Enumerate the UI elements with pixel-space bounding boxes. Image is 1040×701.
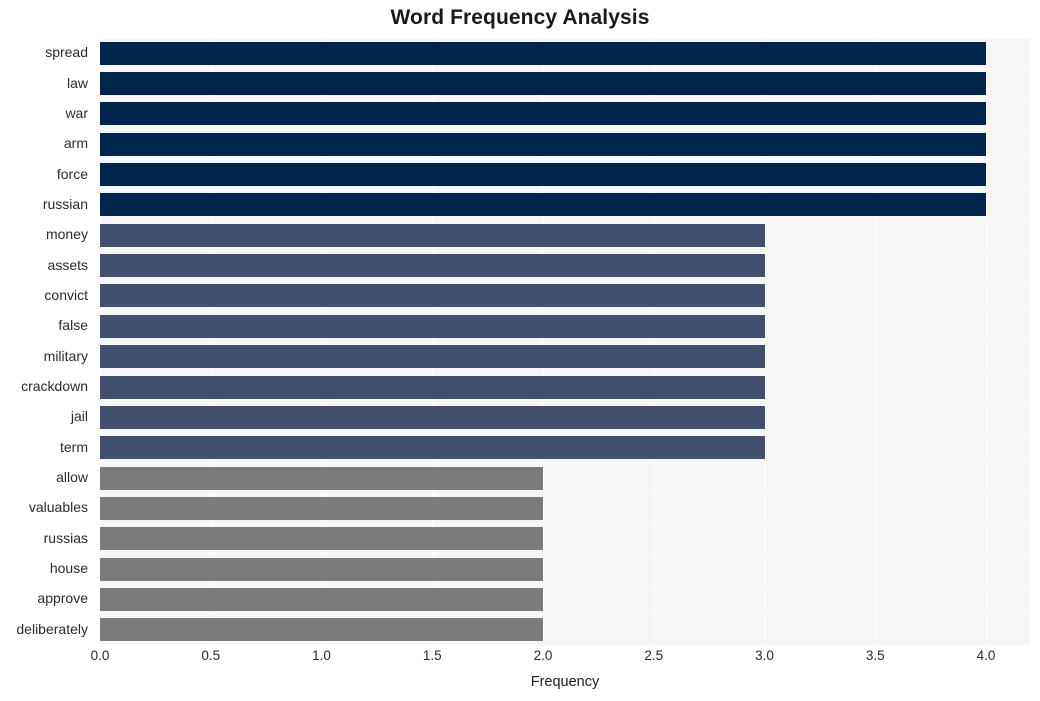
bar (100, 132, 986, 156)
x-tick-label: 2.0 (533, 648, 553, 663)
bar (100, 41, 986, 65)
y-tick-label: house (49, 560, 88, 577)
y-tick-label: convict (44, 286, 88, 303)
plot-area (100, 38, 1030, 645)
y-tick-label: crackdown (21, 378, 88, 395)
x-tick-label: 3.0 (755, 648, 774, 663)
x-tick-label: 3.5 (865, 648, 885, 663)
bar (100, 375, 765, 399)
bar (100, 223, 765, 247)
y-tick-label: russian (42, 195, 88, 212)
bar-series (100, 38, 1030, 645)
bar (100, 254, 765, 278)
y-tick-label: term (60, 438, 88, 455)
y-tick-label: russias (43, 529, 88, 546)
y-tick-label: war (65, 104, 88, 121)
x-tick-label: 2.5 (644, 648, 664, 663)
bar (100, 163, 986, 187)
x-tick-label: 1.5 (422, 648, 442, 663)
y-axis-tick-labels: spread law war arm force russian money assets co… (0, 38, 94, 645)
y-tick-label: assets (47, 256, 88, 273)
bar (100, 284, 765, 308)
y-tick-label: money (45, 226, 88, 243)
y-tick-label: spread (45, 44, 88, 61)
chart-title: Word Frequency Analysis (390, 6, 650, 29)
bar (100, 466, 543, 490)
bar (100, 345, 765, 369)
y-tick-label: law (66, 74, 88, 91)
y-tick-label: approve (37, 590, 88, 607)
x-axis-label: Frequency (530, 674, 600, 690)
bar (100, 314, 765, 338)
y-tick-label: allow (56, 469, 88, 486)
y-tick-label: valuables (28, 499, 88, 516)
x-tick-label: 1.0 (312, 648, 331, 663)
bar (100, 557, 543, 581)
x-tick-label: 4.0 (976, 648, 996, 663)
bar (100, 193, 986, 217)
x-axis-tick-labels: 0.0 0.5 1.0 1.5 2.0 2.5 3.0 3.5 4.0 (91, 648, 1030, 670)
bar (100, 587, 543, 611)
bar (100, 618, 543, 642)
chart-figure: Word Frequency Analysis spread law war arm f… (0, 0, 1040, 701)
bar (100, 72, 986, 96)
y-tick-label: arm (63, 135, 88, 152)
bar (100, 496, 543, 520)
bar (100, 405, 765, 429)
y-tick-label: force (56, 165, 88, 182)
y-tick-label: false (58, 317, 88, 334)
bar (100, 102, 986, 126)
x-tick-label: 0.0 (90, 648, 110, 663)
y-tick-label: jail (70, 408, 88, 425)
y-tick-label: military (43, 347, 88, 364)
x-tick-label: 0.5 (201, 648, 221, 663)
y-tick-label: deliberately (16, 620, 88, 637)
bar (100, 527, 543, 551)
bar (100, 436, 765, 460)
